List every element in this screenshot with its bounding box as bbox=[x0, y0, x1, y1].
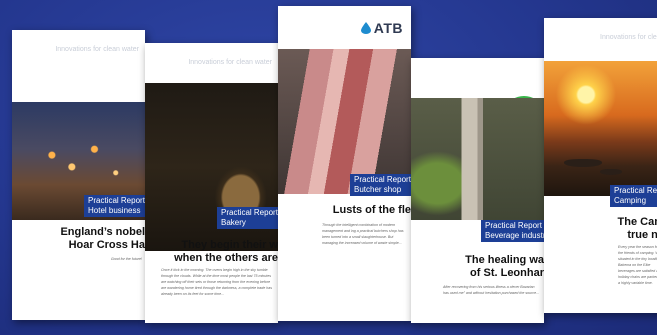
boat-shape bbox=[564, 159, 602, 167]
label-line2: Bakery bbox=[221, 218, 246, 227]
report-card-bakery[interactable]: Innovations for clean water Practical Re… bbox=[145, 43, 278, 323]
tagline: Innovations for clean water bbox=[55, 46, 139, 53]
label-line1: Practical Report bbox=[221, 208, 278, 217]
boat-shape bbox=[600, 169, 622, 175]
label-line2: Beverage industri bbox=[485, 231, 544, 240]
report-card-beverage[interactable]: Practical Report Beverage industri The h… bbox=[411, 58, 544, 323]
title-line2: Hoar Cross Ha bbox=[68, 239, 145, 251]
report-body: After recovering from his serious illnes… bbox=[443, 285, 540, 295]
butcher-photo bbox=[278, 49, 411, 194]
report-title: The Cam true na bbox=[588, 216, 657, 242]
title-line1: Lusts of the fle bbox=[332, 204, 411, 216]
tagline: Innovations for clean water bbox=[188, 59, 272, 66]
report-card-camping[interactable]: Innovations for clean water Practical Re… bbox=[544, 18, 657, 313]
report-card-butcher[interactable]: ATB Practical Report Butcher shop Lusts … bbox=[278, 6, 411, 321]
label-line2: Hotel business bbox=[88, 206, 141, 215]
label-line1: Practical Report bbox=[88, 196, 145, 205]
label-line1: Practical Report bbox=[614, 186, 657, 195]
camping-photo bbox=[544, 61, 657, 196]
beverage-photo bbox=[411, 98, 544, 220]
water-drop-icon bbox=[360, 22, 371, 34]
title-line1: They begin their w bbox=[181, 239, 278, 251]
brand-name: ATB bbox=[373, 20, 403, 36]
label-line1: Practical Report bbox=[485, 221, 542, 230]
report-label: Practical Report Hotel business bbox=[84, 195, 145, 217]
report-title: Lusts of the fle bbox=[316, 204, 411, 217]
report-body: Good for the future! bbox=[110, 257, 142, 261]
label-line2: Camping bbox=[614, 196, 647, 205]
title-line1: The Cam bbox=[617, 216, 657, 228]
report-label: Practical Report Bakery bbox=[217, 207, 278, 229]
title-line2: true na bbox=[627, 229, 657, 241]
title-line2: of St. Leonhar bbox=[470, 267, 544, 279]
title-line2: when the others are bbox=[174, 252, 278, 264]
atb-logo: ATB bbox=[360, 20, 403, 36]
title-line1: England’s nobel bbox=[60, 226, 145, 238]
report-label: Practical Report Butcher shop bbox=[350, 174, 411, 196]
report-body: Once it kick in the morning. The ovens b… bbox=[161, 268, 273, 296]
report-label: Practical Report Beverage industri bbox=[481, 220, 544, 242]
label-line1: Practical Report bbox=[354, 175, 411, 184]
report-label: Practical Report Camping bbox=[610, 185, 657, 207]
report-title: England’s nobel Hoar Cross Ha bbox=[26, 226, 145, 252]
report-body: Through the intelligent combination of m… bbox=[322, 223, 404, 245]
label-line2: Butcher shop bbox=[354, 185, 402, 194]
report-title: The healing wa of St. Leonhar bbox=[431, 254, 544, 280]
report-card-hotel[interactable]: Innovations for clean water Practical Re… bbox=[12, 30, 145, 320]
report-title: They begin their w when the others are bbox=[153, 239, 278, 265]
report-body: Every year the season for the friends of… bbox=[618, 245, 657, 285]
title-line1: The healing wa bbox=[465, 254, 544, 266]
tagline: Innovations for clean water bbox=[600, 34, 657, 41]
